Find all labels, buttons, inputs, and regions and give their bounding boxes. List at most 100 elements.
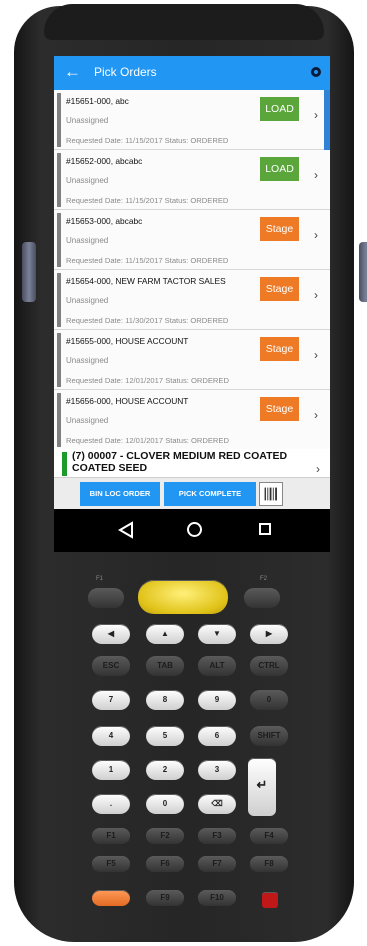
status-accent bbox=[57, 153, 61, 207]
scan-trigger-key[interactable] bbox=[138, 580, 228, 614]
arrow-left-icon[interactable]: ← bbox=[64, 62, 81, 82]
arrow-down-key[interactable]: ▼ bbox=[198, 624, 236, 644]
key-6[interactable]: 6 bbox=[198, 726, 236, 746]
key-3[interactable]: 3 bbox=[198, 760, 236, 780]
order-name: #15652-000, abcabc bbox=[66, 156, 143, 166]
order-assignee: Unassigned bbox=[66, 416, 109, 425]
key-f10[interactable]: F10 bbox=[198, 890, 236, 906]
barcode-icon[interactable] bbox=[259, 482, 283, 506]
key-f7[interactable]: F7 bbox=[198, 856, 236, 872]
backspace-key[interactable]: ⌫ bbox=[198, 794, 236, 814]
page-title: Pick Orders bbox=[94, 65, 157, 79]
ctrl-key[interactable]: CTRL bbox=[250, 656, 288, 676]
chevron-right-icon[interactable]: › bbox=[314, 288, 318, 302]
order-row[interactable]: #15656-000, HOUSE ACCOUNT Unassigned Req… bbox=[54, 390, 330, 449]
order-row[interactable]: #15655-000, HOUSE ACCOUNT Unassigned Req… bbox=[54, 330, 330, 390]
gear-icon[interactable] bbox=[310, 66, 322, 78]
nav-recents-icon[interactable] bbox=[259, 523, 271, 535]
key-dot[interactable]: . bbox=[92, 794, 130, 814]
device-top-bezel bbox=[44, 4, 324, 40]
key-f8[interactable]: F8 bbox=[250, 856, 288, 872]
item-status-marker bbox=[62, 452, 67, 476]
chevron-right-icon[interactable]: › bbox=[314, 348, 318, 362]
order-assignee: Unassigned bbox=[66, 296, 109, 305]
order-assignee: Unassigned bbox=[66, 236, 109, 245]
enter-key[interactable]: ↵ bbox=[248, 758, 276, 816]
chevron-right-icon[interactable]: › bbox=[316, 462, 320, 476]
status-accent bbox=[57, 393, 61, 447]
esc-key[interactable]: ESC bbox=[92, 656, 130, 676]
key-0-top[interactable]: 0 bbox=[250, 690, 288, 710]
key-f6[interactable]: F6 bbox=[146, 856, 184, 872]
key-0[interactable]: 0 bbox=[146, 794, 184, 814]
status-accent bbox=[57, 93, 61, 147]
nav-back-icon[interactable] bbox=[118, 521, 134, 539]
order-row[interactable]: #15652-000, abcabc Unassigned Requested … bbox=[54, 150, 330, 210]
order-meta: Requested Date: 12/01/2017 Status: ORDER… bbox=[66, 376, 229, 385]
app-bar: ← Pick Orders bbox=[54, 56, 330, 90]
key-f1[interactable]: F1 bbox=[92, 828, 130, 844]
item-description: (7) 00007 - CLOVER MEDIUM RED COATED COA… bbox=[72, 450, 288, 474]
order-row[interactable]: #15654-000, NEW FARM TACTOR SALES Unassi… bbox=[54, 270, 330, 330]
key-2[interactable]: 2 bbox=[146, 760, 184, 780]
key-1[interactable]: 1 bbox=[92, 760, 130, 780]
right-side-button[interactable] bbox=[359, 242, 367, 302]
order-meta: Requested Date: 11/15/2017 Status: ORDER… bbox=[66, 256, 229, 265]
stage-button[interactable]: Stage bbox=[260, 337, 299, 361]
key-f4[interactable]: F4 bbox=[250, 828, 288, 844]
left-side-button[interactable] bbox=[22, 242, 36, 302]
key-9[interactable]: 9 bbox=[198, 690, 236, 710]
stage-button[interactable]: Stage bbox=[260, 217, 299, 241]
arrow-right-key[interactable]: ▶ bbox=[250, 624, 288, 644]
arrow-up-key[interactable]: ▲ bbox=[146, 624, 184, 644]
load-button[interactable]: LOAD bbox=[260, 157, 299, 181]
order-meta: Requested Date: 11/15/2017 Status: ORDER… bbox=[66, 136, 229, 145]
f2-label: F2 bbox=[260, 576, 268, 582]
key-8[interactable]: 8 bbox=[146, 690, 184, 710]
alt-key[interactable]: ALT bbox=[198, 656, 236, 676]
chevron-right-icon[interactable]: › bbox=[314, 228, 318, 242]
power-key[interactable] bbox=[262, 892, 278, 908]
key-f5[interactable]: F5 bbox=[92, 856, 130, 872]
bin-loc-order-button[interactable]: BIN LOC ORDER bbox=[80, 482, 160, 506]
pick-complete-button[interactable]: PICK COMPLETE bbox=[164, 482, 256, 506]
device-screen: ← Pick Orders #15651-000, abc Unassigned… bbox=[54, 56, 330, 552]
tab-key[interactable]: TAB bbox=[146, 656, 184, 676]
key-5[interactable]: 5 bbox=[146, 726, 184, 746]
order-row[interactable]: #15653-000, abcabc Unassigned Requested … bbox=[54, 210, 330, 270]
arrow-left-key[interactable]: ◀ bbox=[92, 624, 130, 644]
key-f2[interactable]: F2 bbox=[146, 828, 184, 844]
stage-button[interactable]: Stage bbox=[260, 397, 299, 421]
key-f3[interactable]: F3 bbox=[198, 828, 236, 844]
load-button[interactable]: LOAD bbox=[260, 97, 299, 121]
key-7[interactable]: 7 bbox=[92, 690, 130, 710]
p2-key[interactable] bbox=[244, 588, 280, 608]
order-assignee: Unassigned bbox=[66, 116, 109, 125]
order-name: #15655-000, HOUSE ACCOUNT bbox=[66, 336, 189, 346]
stage-button[interactable]: Stage bbox=[260, 277, 299, 301]
bottom-action-bar: BIN LOC ORDER PICK COMPLETE bbox=[54, 477, 330, 509]
order-meta: Requested Date: 11/15/2017 Status: ORDER… bbox=[66, 196, 229, 205]
key-4[interactable]: 4 bbox=[92, 726, 130, 746]
nav-home-icon[interactable] bbox=[187, 522, 202, 537]
chevron-right-icon[interactable]: › bbox=[314, 108, 318, 122]
status-accent bbox=[57, 273, 61, 327]
p1-key[interactable] bbox=[88, 588, 124, 608]
order-name: #15653-000, abcabc bbox=[66, 216, 143, 226]
chevron-right-icon[interactable]: › bbox=[314, 408, 318, 422]
scroll-indicator bbox=[324, 90, 330, 150]
shift-key[interactable]: SHIFT bbox=[250, 726, 288, 746]
order-assignee: Unassigned bbox=[66, 176, 109, 185]
order-assignee: Unassigned bbox=[66, 356, 109, 365]
android-nav-bar bbox=[54, 509, 330, 552]
chevron-right-icon[interactable]: › bbox=[314, 168, 318, 182]
item-row[interactable]: (7) 00007 - CLOVER MEDIUM RED COATED COA… bbox=[54, 449, 330, 477]
f1-label: F1 bbox=[96, 576, 104, 582]
order-row[interactable]: #15651-000, abc Unassigned Requested Dat… bbox=[54, 90, 330, 150]
order-name: #15656-000, HOUSE ACCOUNT bbox=[66, 396, 189, 406]
key-f9[interactable]: F9 bbox=[146, 890, 184, 906]
orange-function-key[interactable] bbox=[92, 890, 130, 906]
order-name: #15651-000, abc bbox=[66, 96, 129, 106]
status-accent bbox=[57, 333, 61, 387]
orders-list[interactable]: #15651-000, abc Unassigned Requested Dat… bbox=[54, 90, 330, 449]
